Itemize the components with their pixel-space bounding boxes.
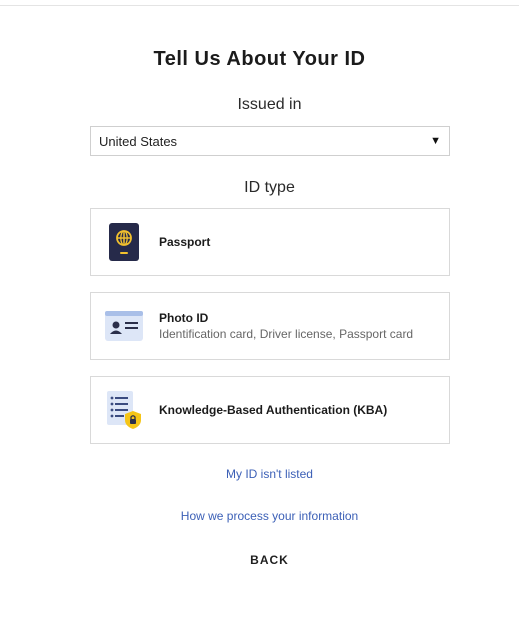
id-option-photo-id[interactable]: Photo ID Identification card, Driver lic…: [90, 292, 450, 360]
id-not-listed-link[interactable]: My ID isn't listed: [0, 467, 519, 481]
id-option-title: Photo ID: [159, 311, 209, 325]
passport-icon: [105, 223, 143, 261]
photo-id-card-icon: [105, 307, 143, 345]
issued-in-label: Issued in: [237, 96, 302, 113]
id-option-subtitle: Identification card, Driver license, Pas…: [159, 327, 414, 341]
id-option-title: Knowledge-Based Authentication (KBA): [159, 403, 388, 417]
top-divider: [0, 5, 519, 6]
page-title: Tell Us About Your ID: [153, 48, 366, 70]
country-select[interactable]: United States ▼: [90, 126, 450, 156]
dropdown-caret-icon: ▼: [430, 135, 441, 147]
id-type-label: ID type: [244, 179, 295, 196]
kba-document-lock-icon: [105, 391, 143, 429]
id-option-kba[interactable]: Knowledge-Based Authentication (KBA): [90, 376, 450, 444]
back-button[interactable]: BACK: [0, 553, 519, 567]
country-select-value: United States: [99, 133, 178, 149]
id-option-passport[interactable]: Passport: [90, 208, 450, 276]
process-info-link[interactable]: How we process your information: [0, 509, 519, 523]
id-option-title: Passport: [159, 235, 211, 249]
